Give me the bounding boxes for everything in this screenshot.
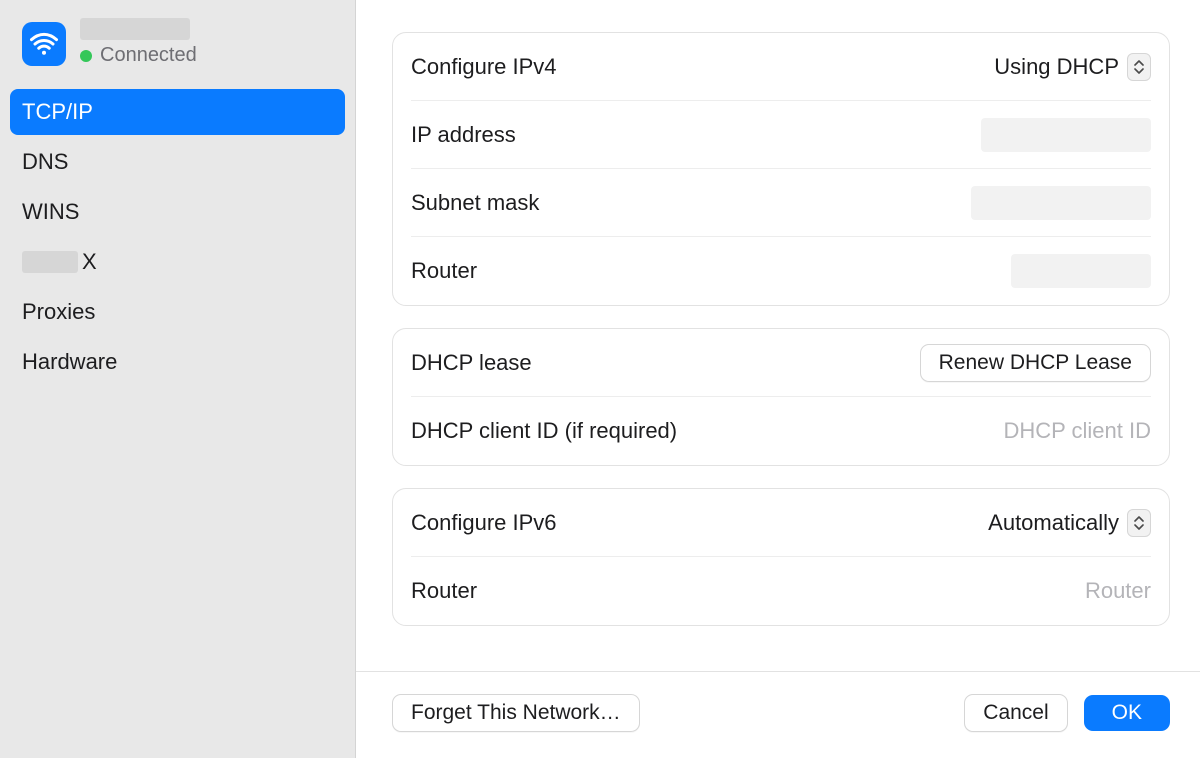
configure-ipv4-select[interactable]: Using DHCP [994,53,1151,81]
sidebar-item-label: TCP/IP [22,99,93,125]
content-pane: Configure IPv4 Using DHCP IP address Sub… [356,0,1200,671]
forget-network-button[interactable]: Forget This Network… [392,694,640,732]
sidebar-item-proxies[interactable]: Proxies [10,289,345,335]
ipv6-router-label: Router [411,578,477,604]
sidebar-item-tcpip[interactable]: TCP/IP [10,89,345,135]
wifi-icon [22,22,66,66]
configure-ipv4-value: Using DHCP [994,54,1119,80]
ipv4-router-value-redacted [1011,254,1151,288]
configure-ipv6-label: Configure IPv6 [411,510,557,536]
ip-address-label: IP address [411,122,516,148]
dhcp-lease-label: DHCP lease [411,350,532,376]
subnet-mask-label: Subnet mask [411,190,539,216]
footer-bar: Forget This Network… Cancel OK [356,671,1200,758]
status-dot-icon [80,50,92,62]
network-name-redacted [80,18,190,40]
sidebar-item-hardware[interactable]: Hardware [10,339,345,385]
network-header: Connected [0,8,355,81]
ipv4-card: Configure IPv4 Using DHCP IP address Sub… [392,32,1170,306]
renew-dhcp-lease-button[interactable]: Renew DHCP Lease [920,344,1151,382]
ok-button[interactable]: OK [1084,695,1170,731]
sidebar-item-label: X [82,249,97,275]
ipv4-router-row: Router [411,237,1151,305]
connection-status-label: Connected [100,44,197,67]
configure-ipv4-label: Configure IPv4 [411,54,557,80]
sidebar-item-label: Hardware [22,349,117,375]
dhcp-client-id-field[interactable]: DHCP client ID [1003,418,1151,444]
sidebar: Connected TCP/IP DNS WINS X Proxies Hard… [0,0,356,758]
ip-address-row: IP address [411,101,1151,169]
sidebar-item-redacted-x[interactable]: X [10,239,345,285]
connection-status: Connected [80,44,197,67]
dhcp-lease-row: DHCP lease Renew DHCP Lease [411,329,1151,397]
dhcp-client-id-label: DHCP client ID (if required) [411,418,677,444]
ip-address-value-redacted [981,118,1151,152]
cancel-button[interactable]: Cancel [964,694,1067,732]
sidebar-item-label: WINS [22,199,79,225]
sidebar-item-label: DNS [22,149,68,175]
dhcp-client-id-row: DHCP client ID (if required) DHCP client… [411,397,1151,465]
sidebar-item-redacted-prefix [22,251,78,273]
configure-ipv6-value: Automatically [988,510,1119,536]
configure-ipv6-row: Configure IPv6 Automatically [411,489,1151,557]
ipv6-router-field[interactable]: Router [1085,578,1151,604]
sidebar-item-label: Proxies [22,299,95,325]
updown-stepper-icon [1127,509,1151,537]
ipv6-router-row: Router Router [411,557,1151,625]
subnet-mask-value-redacted [971,186,1151,220]
sidebar-nav: TCP/IP DNS WINS X Proxies Hardware [0,89,355,389]
configure-ipv4-row: Configure IPv4 Using DHCP [411,33,1151,101]
dhcp-card: DHCP lease Renew DHCP Lease DHCP client … [392,328,1170,466]
subnet-mask-row: Subnet mask [411,169,1151,237]
sidebar-item-dns[interactable]: DNS [10,139,345,185]
configure-ipv6-select[interactable]: Automatically [988,509,1151,537]
ipv4-router-label: Router [411,258,477,284]
ipv6-card: Configure IPv6 Automatically Router Rout… [392,488,1170,626]
sidebar-item-wins[interactable]: WINS [10,189,345,235]
updown-stepper-icon [1127,53,1151,81]
